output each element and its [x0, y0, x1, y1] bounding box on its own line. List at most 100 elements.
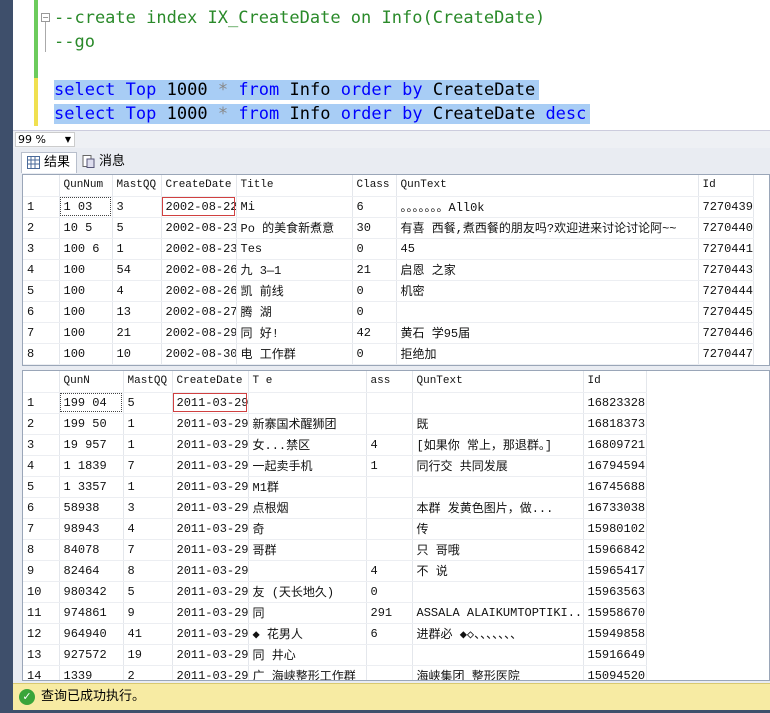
grid-cell[interactable]: 100	[59, 322, 113, 344]
table-row[interactable]: 2 10 5 5 2002-08-23 Po 的美食新煮意 30 有喜 西餐,煮西餐的朋友吗…	[23, 217, 754, 239]
grid-cell[interactable]: 0	[352, 238, 397, 260]
grid-cell[interactable]: 7270439	[698, 196, 754, 218]
row-number[interactable]: 6	[23, 301, 60, 323]
grid-cell[interactable]: 2002-08-30	[161, 343, 237, 365]
grid-cell[interactable]: 100	[59, 343, 113, 365]
grid-cell[interactable]: 30	[352, 217, 397, 239]
grid-cell[interactable]: 同 井心	[248, 644, 367, 666]
table-row[interactable]: 14 1339 2 2011-03-29 广 海峡整形工作群 海峡集团 整形医院 15094…	[23, 665, 647, 680]
grid-cell[interactable]: 8	[123, 560, 173, 582]
grid-cell[interactable]: 1	[112, 238, 162, 260]
grid-cell[interactable]: 传	[412, 518, 584, 540]
table-row[interactable]: 8 84078 7 2011-03-29 哥群 只 哥哦 15966842	[23, 539, 647, 561]
grid-cell[interactable]: 54	[112, 259, 162, 281]
grid-cell[interactable]: 不 说	[412, 560, 584, 582]
column-header[interactable]: MastQQ	[123, 371, 173, 393]
table-row[interactable]: 13 927572 19 2011-03-29 同 井心 15916649	[23, 644, 647, 666]
grid-cell[interactable]: 6	[352, 196, 397, 218]
grid-cell[interactable]: 15094520	[583, 665, 647, 680]
table-row[interactable]: 7 100 21 2002-08-29 同 好! 42 黄石 学95届 7270446	[23, 322, 754, 344]
grid-cell[interactable]: 2002-08-29	[161, 322, 237, 344]
grid-cell[interactable]: 2011-03-29	[172, 623, 249, 645]
grid-cell[interactable]	[366, 497, 413, 519]
row-number[interactable]: 2	[23, 217, 60, 239]
grid-cell[interactable]	[366, 518, 413, 540]
grid-cell[interactable]: 同	[248, 602, 367, 624]
grid-cell[interactable]: 机密	[396, 280, 699, 302]
grid-cell[interactable]: 有喜 西餐,煮西餐的朋友吗?欢迎进来讨论讨论阿~~	[396, 217, 699, 239]
row-number[interactable]: 14	[23, 665, 60, 680]
grid-cell[interactable]: 199 04	[59, 392, 124, 414]
zoom-select[interactable]: 99 % ▼	[15, 132, 75, 147]
query-editor[interactable]: − --create index IX_CreateDate on Info(C…	[13, 0, 770, 130]
column-header[interactable]: Title	[236, 175, 353, 197]
grid-cell[interactable]: 。。。。。。。All0k	[396, 196, 699, 218]
table-row[interactable]: 11 03 3 2002-08-22 Mi 6 。。。。。。。All0k 7270439	[23, 196, 754, 218]
column-header[interactable]: Id	[583, 371, 647, 393]
grid-cell[interactable]: 同行交 共同发展	[412, 455, 584, 477]
grid-cell[interactable]	[248, 392, 367, 414]
grid-cell[interactable]	[396, 301, 699, 323]
grid-cell[interactable]: 2002-08-22	[161, 196, 237, 218]
code-line-1[interactable]: --create index IX_CreateDate on Info(Cre…	[54, 6, 545, 30]
column-header[interactable]: ass	[366, 371, 413, 393]
grid-cell[interactable]: 42	[352, 322, 397, 344]
grid-cell[interactable]: 本群 发黄色图片，做...	[412, 497, 584, 519]
column-header[interactable]: Class	[352, 175, 397, 197]
grid-cell[interactable]: 黄石 学95届	[396, 322, 699, 344]
grid-cell[interactable]: 7270441	[698, 238, 754, 260]
results-grid-1[interactable]: QunNum MastQQ CreateDate Title Class QunText I…	[22, 174, 770, 366]
grid-cell[interactable]: ASSALA ALAIKUMTOPTIKI...	[412, 602, 584, 624]
grid-cell[interactable]: 2011-03-29	[172, 392, 249, 414]
row-number[interactable]: 3	[23, 238, 60, 260]
grid-cell[interactable]: 7270440	[698, 217, 754, 239]
grid-cell[interactable]: 0	[352, 301, 397, 323]
table-row[interactable]: 11 974861 9 2011-03-29 同 291 ASSALA ALAIKUMTOP…	[23, 602, 647, 624]
table-row[interactable]: 41 1839 7 2011-03-29 一起卖手机 1 同行交 共同发展 16794594	[23, 455, 647, 477]
row-number[interactable]: 4	[23, 259, 60, 281]
collapse-icon[interactable]: −	[41, 13, 50, 22]
grid-cell[interactable]	[248, 560, 367, 582]
grid-cell[interactable]: 2002-08-26	[161, 280, 237, 302]
grid-cell[interactable]: 广 海峡整形工作群	[248, 665, 367, 680]
table-row[interactable]: 5 100 4 2002-08-26 凯 前线 0 机密 7270444	[23, 280, 754, 302]
grid-cell[interactable]: 1	[123, 434, 173, 456]
grid-cell[interactable]: Po 的美食新煮意	[236, 217, 353, 239]
table-row[interactable]: 51 3357 1 2011-03-29 M1群 16745688	[23, 476, 647, 498]
row-number[interactable]: 9	[23, 560, 60, 582]
row-number[interactable]: 1	[23, 196, 60, 218]
grid-cell[interactable]: 927572	[59, 644, 124, 666]
row-number[interactable]: 8	[23, 539, 60, 561]
grid-cell[interactable]: 0	[352, 343, 397, 365]
grid-cell[interactable]: 哥群	[248, 539, 367, 561]
column-header[interactable]: QunNum	[59, 175, 113, 197]
grid-cell[interactable]	[366, 539, 413, 561]
grid-cell[interactable]: 974861	[59, 602, 124, 624]
grid-cell[interactable]: 6	[366, 623, 413, 645]
row-number[interactable]: 10	[23, 581, 60, 603]
column-header[interactable]: CreateDate	[172, 371, 249, 393]
column-header[interactable]: Id	[698, 175, 754, 197]
grid-cell[interactable]: 19 957	[59, 434, 124, 456]
grid-cell[interactable]: 10 5	[59, 217, 113, 239]
grid-cell[interactable]: 84078	[59, 539, 124, 561]
table-row[interactable]: 10 980342 5 2011-03-29 友 (天长地久) 0 15963563	[23, 581, 647, 603]
grid-cell[interactable]: 0	[366, 581, 413, 603]
grid-cell[interactable]: 2011-03-29	[172, 455, 249, 477]
grid-cell[interactable]: 3	[123, 497, 173, 519]
grid-cell[interactable]: 964940	[59, 623, 124, 645]
grid-cell[interactable]: 15916649	[583, 644, 647, 666]
table-row[interactable]: 2 199 50 1 2011-03-29 新寨国术醒狮团 既 16818373	[23, 413, 647, 435]
grid-cell[interactable]: 7270443	[698, 259, 754, 281]
grid-cell[interactable]: 友 (天长地久)	[248, 581, 367, 603]
grid-cell[interactable]: 5	[123, 392, 173, 414]
grid-cell[interactable]: 82464	[59, 560, 124, 582]
grid-cell[interactable]: 13	[112, 301, 162, 323]
table-row[interactable]: 3 19 957 1 2011-03-29 女...禁区 4 [如果你 常上，那退群。] 16…	[23, 434, 647, 456]
code-line-3[interactable]: select Top 1000 * from Info order by Cre…	[54, 78, 540, 102]
grid-cell[interactable]: 2011-03-29	[172, 518, 249, 540]
grid-cell[interactable]	[366, 476, 413, 498]
grid-cell[interactable]: 98943	[59, 518, 124, 540]
grid-cell[interactable]: 2002-08-26	[161, 259, 237, 281]
grid-cell[interactable]: 拒绝加	[396, 343, 699, 365]
